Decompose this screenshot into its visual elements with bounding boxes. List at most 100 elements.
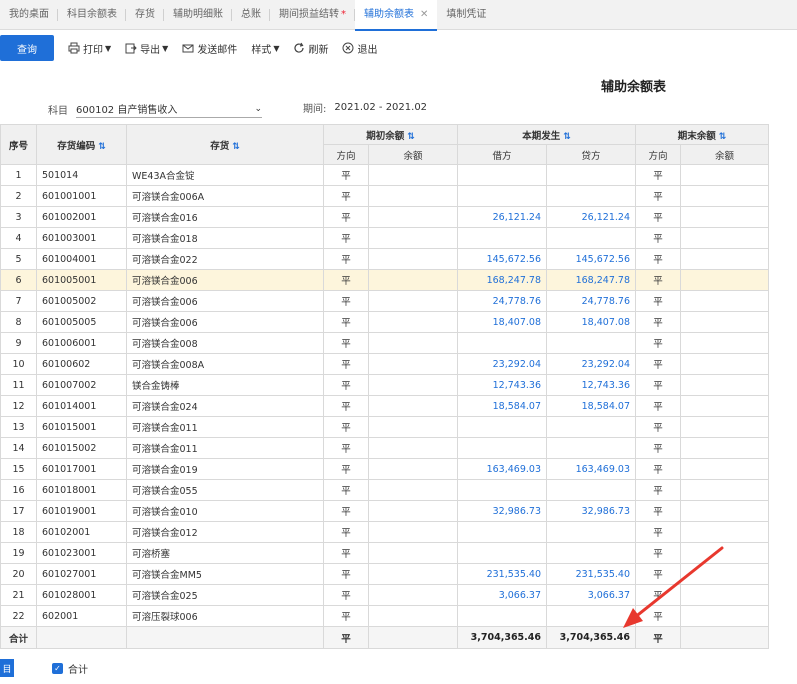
tab-pl-carryover[interactable]: 期间损益结转 * [270, 0, 355, 30]
table-row[interactable]: 21 601028001 可溶镁合金025 平 3,066.37 3,066.37 平 [0, 584, 769, 606]
code-cell: 60102001 [36, 521, 127, 543]
closing-direction-cell: 平 [635, 248, 681, 270]
opening-balance-cell [368, 269, 458, 291]
tab-auxiliary-balance[interactable]: 辅助余额表 ✕ [355, 0, 438, 31]
table-row[interactable]: 7 601005002 可溶镁合金006 平 24,778.76 24,778.76 平 [0, 290, 769, 312]
credit-cell: 26,121.24 [546, 206, 636, 228]
chevron-down-icon: ▼ [105, 43, 112, 53]
credit-cell [546, 605, 636, 627]
header-code[interactable]: 存货编码 ⇅ [36, 124, 127, 165]
tab-subject-balance[interactable]: 科目余额表 [58, 0, 126, 30]
opening-direction-cell: 平 [323, 605, 369, 627]
table-row[interactable]: 19 601023001 可溶桥塞平平 [0, 542, 769, 564]
name-cell: 可溶镁合金MM5 [126, 563, 324, 585]
closing-direction-cell: 平 [635, 416, 681, 438]
sum-checkbox[interactable]: ✓ [52, 662, 63, 674]
credit-cell [546, 185, 636, 207]
refresh-button[interactable]: 刷新 [293, 41, 328, 56]
name-cell: 可溶镁合金011 [126, 437, 324, 459]
table-row[interactable]: 8 601005005 可溶镁合金006 平 18,407.08 18,407.08 平 [0, 311, 769, 333]
table-row[interactable]: 3 601002001 可溶镁合金016 平 26,121.24 26,121.24 平 [0, 206, 769, 228]
seq-cell: 22 [0, 605, 37, 627]
table-row[interactable]: 12 601014001 可溶镁合金024 平 18,584.07 18,584.07 平 [0, 395, 769, 417]
subject-filter: 科目 600102 自产销售收入 ⌄ [48, 100, 262, 118]
total-closing-direction: 平 [635, 626, 681, 649]
closing-balance-cell [680, 395, 769, 417]
sort-icon[interactable]: ⇅ [407, 132, 415, 142]
header-label: 期初余额 [366, 130, 405, 142]
name-cell: 可溶压裂球006 [126, 605, 324, 627]
header-credit: 贷方 [546, 144, 636, 165]
opening-direction-cell: 平 [323, 458, 369, 480]
table-row[interactable]: 10 60100602 可溶镁合金008A 平 23,292.04 23,292.04 平 [0, 353, 769, 375]
tab-bar: 我的桌面 科目余额表 存货 辅助明细账 总账 期间损益结转 * 辅助余额表 ✕ 填制… [0, 0, 797, 31]
table-row[interactable]: 18 60102001 可溶镁合金012 平平 [0, 521, 769, 543]
table-row[interactable]: 16 601018001 可溶镁合金055 平平 [0, 479, 769, 501]
table-row[interactable]: 9 601006001 可溶镁合金008 平平 [0, 332, 769, 354]
header-closing-balance: 余额 [680, 144, 769, 165]
close-icon[interactable]: ✕ [420, 9, 428, 20]
table-row[interactable]: 6 601005001 可溶镁合金006 平 168,247.78 168,247.78 平 [0, 269, 769, 291]
code-cell: 601028001 [36, 584, 127, 606]
header-closing[interactable]: 期末余额 ⇅ [635, 124, 769, 145]
total-row: 合计 平 3,704,365.46 3,704,365.46 平 [0, 626, 769, 649]
debit-cell: 163,469.03 [457, 458, 547, 480]
debit-cell [457, 542, 547, 564]
table-row[interactable]: 22 602001 可溶压裂球006 平平 [0, 605, 769, 627]
subject-value: 600102 自产销售收入 [76, 105, 178, 116]
sort-icon[interactable]: ⇅ [563, 132, 571, 142]
footer-toggle-button[interactable]: 目 [0, 659, 14, 677]
debit-cell: 18,584.07 [457, 395, 547, 417]
table-row[interactable]: 14 601015002 可溶镁合金011 平平 [0, 437, 769, 459]
table-row[interactable]: 17 601019001 可溶镁合金010 平 32,986.73 32,986.73 平 [0, 500, 769, 522]
export-button[interactable]: 导出 ▼ [125, 41, 168, 56]
table-row[interactable]: 2 601001001 可溶镁合金006A 平平 [0, 185, 769, 207]
total-label: 合计 [0, 626, 37, 649]
credit-cell [546, 164, 636, 186]
opening-direction-cell: 平 [323, 395, 369, 417]
debit-cell: 231,535.40 [457, 563, 547, 585]
debit-cell: 145,672.56 [457, 248, 547, 270]
send-email-button[interactable]: 发送邮件 [182, 41, 237, 56]
table-row[interactable]: 15 601017001 可溶镁合金019 平 163,469.03 163,469.03… [0, 458, 769, 480]
query-button[interactable]: 查询 [0, 35, 54, 61]
exit-button[interactable]: 退出 [342, 41, 377, 56]
print-button[interactable]: 打印 ▼ [68, 41, 111, 56]
tab-my-desktop[interactable]: 我的桌面 [0, 0, 58, 30]
seq-cell: 14 [0, 437, 37, 459]
closing-direction-cell: 平 [635, 227, 681, 249]
opening-balance-cell [368, 206, 458, 228]
sort-icon[interactable]: ⇅ [719, 132, 727, 142]
table-row[interactable]: 4 601003001 可溶镁合金018 平平 [0, 227, 769, 249]
credit-cell [546, 542, 636, 564]
table-row[interactable]: 11 601007002 镁合金铸棒平 12,743.36 12,743.36 平 [0, 374, 769, 396]
tab-voucher-entry[interactable]: 填制凭证 [437, 0, 495, 30]
subject-select[interactable]: 600102 自产销售收入 ⌄ [76, 100, 262, 118]
opening-balance-cell [368, 437, 458, 459]
style-button[interactable]: 样式 ▼ [251, 41, 279, 56]
sort-icon[interactable]: ⇅ [98, 142, 106, 152]
table-row[interactable]: 20 601027001 可溶镁合金MM5 平 231,535.40 231,535.40… [0, 563, 769, 585]
debit-cell: 32,986.73 [457, 500, 547, 522]
header-current[interactable]: 本期发生 ⇅ [457, 124, 636, 145]
closing-direction-cell: 平 [635, 521, 681, 543]
table-row[interactable]: 5 601004001 可溶镁合金022 平 145,672.56 145,672.56 平 [0, 248, 769, 270]
closing-balance-cell [680, 584, 769, 606]
name-cell: 可溶镁合金010 [126, 500, 324, 522]
header-name[interactable]: 存货 ⇅ [126, 124, 324, 165]
table-row[interactable]: 1 501014 WE43A合金锭平平 [0, 164, 769, 186]
sort-icon[interactable]: ⇅ [232, 142, 240, 152]
code-cell: 601027001 [36, 563, 127, 585]
seq-cell: 9 [0, 332, 37, 354]
total-credit: 3,704,365.46 [546, 626, 636, 649]
opening-balance-cell [368, 374, 458, 396]
tab-auxiliary-detail[interactable]: 辅助明细账 [164, 0, 232, 30]
tab-general-ledger[interactable]: 总账 [232, 0, 270, 30]
tab-inventory[interactable]: 存货 [126, 0, 164, 30]
table-row[interactable]: 13 601015001 可溶镁合金011 平平 [0, 416, 769, 438]
credit-cell: 145,672.56 [546, 248, 636, 270]
code-cell: 602001 [36, 605, 127, 627]
code-cell: 601018001 [36, 479, 127, 501]
header-opening[interactable]: 期初余额 ⇅ [323, 124, 458, 145]
exit-label: 退出 [357, 44, 378, 56]
